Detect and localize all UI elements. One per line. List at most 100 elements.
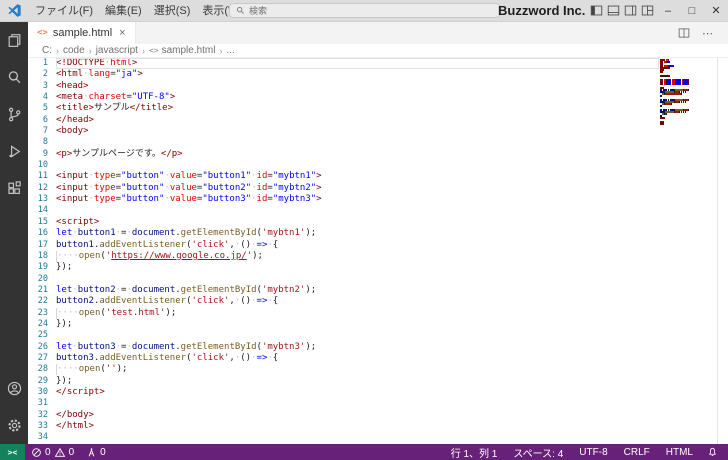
tab-sample-html[interactable]: <> sample.html ×: [28, 22, 136, 44]
code-line[interactable]: 32 </body>: [28, 410, 728, 421]
code-line[interactable]: 4 <meta·charset="UTF-8">: [28, 92, 728, 103]
breadcrumb-item[interactable]: C:: [42, 45, 52, 56]
source-control-icon[interactable]: [0, 96, 28, 133]
line-number: 28: [37, 364, 48, 375]
toggle-panel-icon[interactable]: [605, 0, 622, 22]
code-line[interactable]: 16 let·button1·=·document.getElementById(…: [28, 228, 728, 239]
code-line[interactable]: 29});: [28, 376, 728, 387]
line-number: 31: [37, 398, 48, 409]
command-center-search[interactable]: 検索: [229, 3, 500, 18]
run-debug-icon[interactable]: [0, 133, 28, 170]
notifications-bell[interactable]: [701, 444, 728, 460]
ports-status[interactable]: 0: [80, 444, 112, 460]
line-number: 11: [37, 171, 48, 182]
problems-status[interactable]: 0 0: [25, 444, 80, 460]
code-line[interactable]: 19});: [28, 262, 728, 273]
code-line[interactable]: 12 <input·type="button"·value="button2"·i…: [28, 183, 728, 194]
activity-bar: [0, 22, 28, 444]
code-line[interactable]: 11 <input·type="button"·value="button1"·i…: [28, 171, 728, 182]
status-item-3[interactable]: CRLF: [616, 444, 658, 460]
code-line[interactable]: 10: [28, 160, 728, 171]
code-line[interactable]: 17 button1.addEventListener('click',·()·=…: [28, 240, 728, 251]
code-line[interactable]: 3 <head>: [28, 81, 728, 92]
code-line[interactable]: 31: [28, 398, 728, 409]
minimap[interactable]: [660, 59, 700, 127]
code-line[interactable]: 5 <title>サンプル</title>: [28, 103, 728, 114]
code-line[interactable]: 8: [28, 137, 728, 148]
line-number: 17: [37, 239, 48, 250]
code-line[interactable]: 25: [28, 330, 728, 341]
line-number: 12: [37, 182, 48, 193]
code-line[interactable]: 21 let·button2·=·document.getElementById(…: [28, 285, 728, 296]
toggle-sidebar-icon[interactable]: [588, 0, 605, 22]
code-line[interactable]: 9 <p>サンプルページです。</p>: [28, 149, 728, 160]
code-line[interactable]: 14: [28, 205, 728, 216]
breadcrumb-separator: ›: [141, 45, 145, 56]
tab-close-icon[interactable]: ×: [119, 27, 125, 39]
status-item-0[interactable]: 行 1、列 1: [443, 444, 506, 460]
search-sidebar-icon[interactable]: [0, 59, 28, 96]
settings-gear-icon[interactable]: [0, 407, 28, 444]
code-text: ····open('');: [56, 364, 128, 376]
status-item-4[interactable]: HTML: [658, 444, 701, 460]
maximize-button[interactable]: □: [680, 0, 704, 22]
code-line[interactable]: 7 <body>: [28, 126, 728, 137]
code-line[interactable]: 1 <!DOCTYPE·html>: [28, 58, 728, 69]
code-text: });: [56, 262, 73, 273]
code-line[interactable]: 30 </script>: [28, 387, 728, 398]
code-line[interactable]: 27 button3.addEventListener('click',·()·=…: [28, 353, 728, 364]
menu-item-0[interactable]: ファイル(F): [29, 0, 99, 22]
line-number: 1: [42, 58, 48, 68]
code-line[interactable]: 34: [28, 432, 728, 443]
code-line[interactable]: 26 let·button3·=·document.getElementById(…: [28, 342, 728, 353]
code-line[interactable]: 23 ····open('test.html');: [28, 307, 728, 319]
accounts-icon[interactable]: [0, 370, 28, 407]
breadcrumb-item[interactable]: javascript: [96, 45, 138, 56]
code-text: button3.addEventListener('click',·()·=>·…: [56, 352, 279, 363]
breadcrumb[interactable]: C: › code › javascript › <> sample.html ›...: [28, 44, 728, 58]
line-number: 25: [37, 330, 48, 341]
window-title: Buzzword Inc.: [498, 3, 586, 18]
explorer-icon[interactable]: [0, 22, 28, 59]
minimize-button[interactable]: –: [656, 0, 680, 22]
extensions-icon[interactable]: [0, 170, 28, 207]
code-line[interactable]: 6 </head>: [28, 115, 728, 126]
remote-indicator[interactable]: ><: [0, 444, 25, 460]
warning-count: 0: [68, 446, 75, 458]
line-number: 30: [37, 386, 48, 397]
code-line[interactable]: 13 <input·type="button"·value="button3"·i…: [28, 194, 728, 205]
toggle-secondary-sidebar-icon[interactable]: [622, 0, 639, 22]
status-item-1[interactable]: スペース: 4: [505, 444, 571, 460]
code-line[interactable]: 2 <html·lang="ja">: [28, 69, 728, 80]
split-editor-icon[interactable]: [672, 27, 696, 39]
code-line[interactable]: 20: [28, 274, 728, 285]
search-placeholder: 検索: [249, 6, 268, 16]
breadcrumb-item[interactable]: code: [63, 45, 85, 56]
minimap-line: [660, 125, 700, 127]
code-line[interactable]: 24});: [28, 319, 728, 330]
scrollbar-edge: [717, 58, 718, 444]
status-item-2[interactable]: UTF-8: [571, 444, 615, 460]
close-window-button[interactable]: ✕: [704, 0, 728, 22]
status-bar: >< 0 0 0 行 1、列 1 スペース: 4 UTF-8 CRLF HTML: [0, 444, 728, 460]
code-area[interactable]: 1 <!DOCTYPE·html> 2 <html·lang="ja"> 3 <head>…: [28, 58, 728, 444]
code-text: <input·type="button"·value="button3"·id=…: [56, 194, 322, 205]
customize-layout-icon[interactable]: [639, 0, 656, 22]
breadcrumb-item[interactable]: ...: [226, 45, 234, 56]
more-actions-icon[interactable]: ⋯: [696, 27, 719, 40]
error-count: 0: [45, 446, 51, 458]
code-line[interactable]: 28 ····open('');: [28, 364, 728, 376]
line-number: 3: [42, 80, 48, 91]
code-text: </html>: [56, 421, 94, 431]
line-number: 26: [37, 341, 48, 352]
editor[interactable]: 1 <!DOCTYPE·html> 2 <html·lang="ja"> 3 <head>…: [28, 58, 728, 444]
error-icon: [32, 447, 41, 457]
line-number: 4: [42, 92, 48, 103]
menu-item-2[interactable]: 選択(S): [148, 0, 197, 22]
code-line[interactable]: 22 button2.addEventListener('click',·()·=…: [28, 296, 728, 307]
breadcrumb-item[interactable]: sample.html: [162, 45, 216, 56]
code-line[interactable]: 33 </html>: [28, 421, 728, 432]
code-line[interactable]: 15 <script>: [28, 217, 728, 228]
menu-item-1[interactable]: 編集(E): [99, 0, 148, 22]
code-line[interactable]: 18 ····open('https://www.google.co.jp/');: [28, 250, 728, 262]
